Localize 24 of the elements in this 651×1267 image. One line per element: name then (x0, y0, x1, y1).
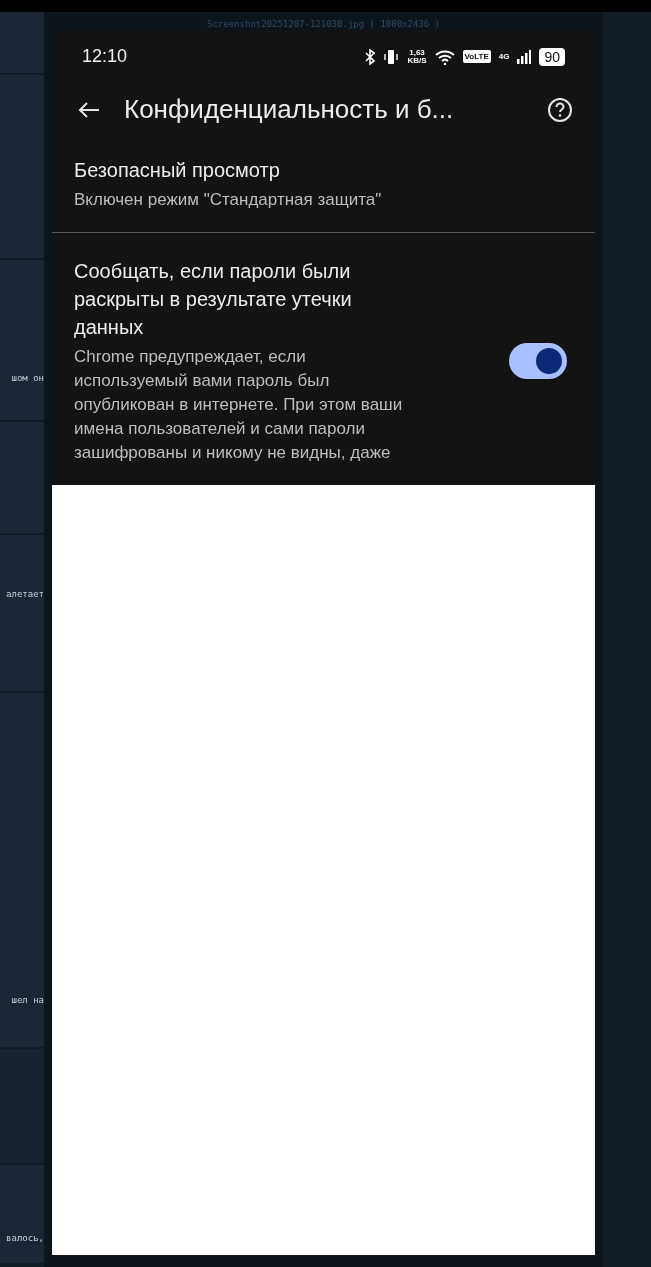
setting-title: Безопасный просмотр (74, 158, 281, 183)
battery-level: 90 (539, 47, 565, 66)
post-text: алетает (6, 589, 44, 599)
back-arrow-icon (78, 100, 100, 119)
status-time: 12:10 (82, 46, 128, 67)
network-label: 4G (498, 52, 510, 61)
post-text: шел на (11, 995, 44, 1005)
speed-unit: KB/S (407, 56, 427, 65)
bluetooth-icon (365, 48, 376, 65)
toggle-switch[interactable] (509, 343, 567, 379)
setting-subtitle: Включен режим "Стандартная защита" (74, 189, 383, 211)
post-text: шом он (11, 373, 44, 383)
settings-item[interactable]: Безопасный просмотр Включен режим "Стандартная защита" (52, 136, 595, 233)
setting-title: Сообщать, если пароли были раскрыты в результате утечки данных (74, 259, 353, 340)
file-caption: Screenshot20251207-121030.jpg ( 1080x2436 ) (207, 18, 440, 30)
setting-description: Chrome предупреждает, если используемый вами пароль был опубликован в интернете. При этом ваши имена пользователей и сами пароли зашифрованы и никому не видны, даже (74, 346, 404, 464)
volte-badge: VoLTE (462, 50, 491, 63)
speed-value: 1,63 (409, 48, 425, 57)
post-text: валось, (6, 1233, 44, 1243)
signal-icon (517, 49, 532, 64)
help-icon (547, 96, 573, 123)
wifi-icon (434, 48, 455, 65)
vibrate-icon (383, 48, 400, 65)
page-title: Конфиденциальность и б... (124, 94, 455, 125)
